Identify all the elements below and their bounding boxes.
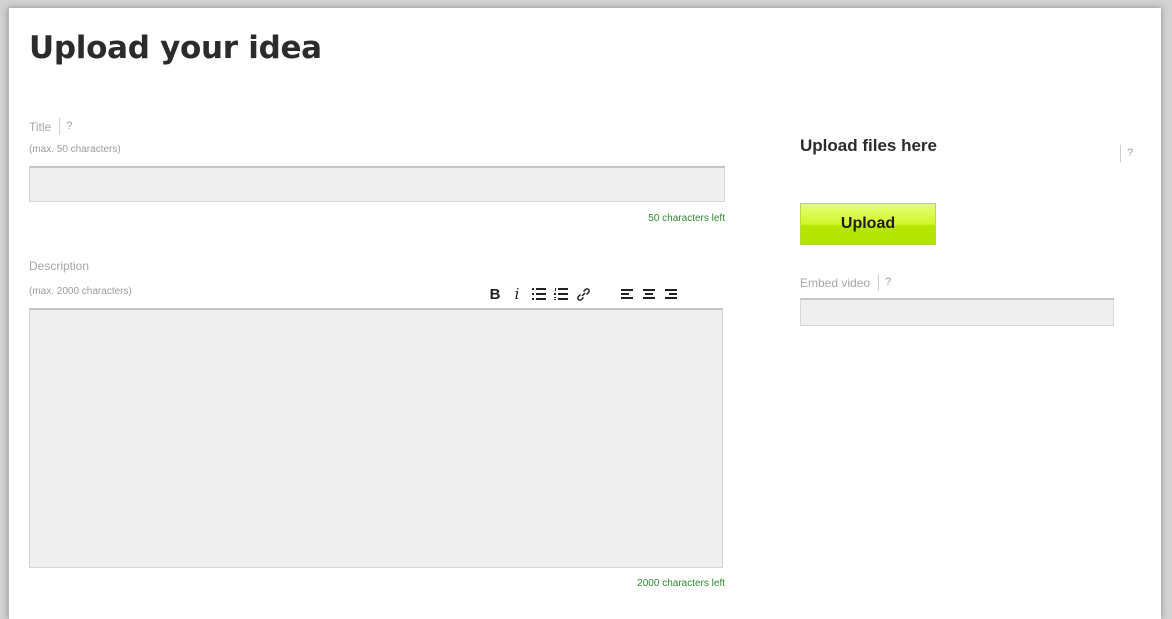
upload-files-title: Upload files here [800,136,937,155]
embed-video-label: Embed video [800,275,871,290]
link-icon[interactable] [572,284,594,304]
description-format-toolbar: B i [484,284,682,304]
align-right-icon[interactable] [660,284,682,304]
title-help-icon[interactable]: ? [59,118,72,135]
description-label-row: Description [29,259,89,273]
upload-files-help-icon[interactable]: ? [1120,145,1133,162]
description-char-counter: 2000 characters left [637,578,725,589]
embed-video-label-row: Embed video ? [800,274,891,291]
embed-video-help-icon[interactable]: ? [878,274,891,291]
page-title: Upload your idea [29,30,322,66]
align-left-icon[interactable] [616,284,638,304]
description-hint: (max. 2000 characters) [29,286,132,297]
embed-video-input[interactable] [800,298,1114,326]
italic-button[interactable]: i [506,284,528,304]
title-input[interactable] [29,166,725,202]
upload-idea-panel: Upload your idea Title ? (max. 50 charac… [8,8,1161,619]
bold-button[interactable]: B [484,284,506,304]
description-textarea[interactable] [29,308,723,568]
bulleted-list-icon[interactable] [528,284,550,304]
title-label: Title [29,119,52,134]
numbered-list-icon[interactable] [550,284,572,304]
upload-button[interactable]: Upload [800,203,936,245]
align-center-icon[interactable] [638,284,660,304]
title-hint: (max. 50 characters) [29,144,121,155]
title-label-row: Title ? [29,118,72,135]
title-char-counter: 50 characters left [648,213,725,224]
description-label: Description [29,259,90,273]
